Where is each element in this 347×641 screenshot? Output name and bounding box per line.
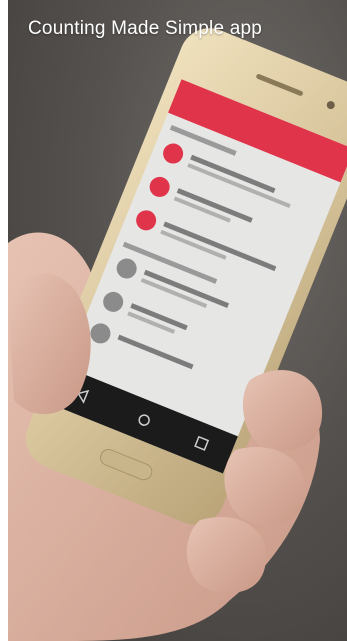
finger-3 bbox=[186, 516, 267, 593]
phone-in-hand-scene bbox=[0, 28, 347, 641]
finger-1 bbox=[242, 370, 323, 451]
caption: Counting Made Simple app bbox=[28, 18, 262, 39]
photo bbox=[0, 0, 347, 641]
left-margin bbox=[0, 0, 8, 641]
